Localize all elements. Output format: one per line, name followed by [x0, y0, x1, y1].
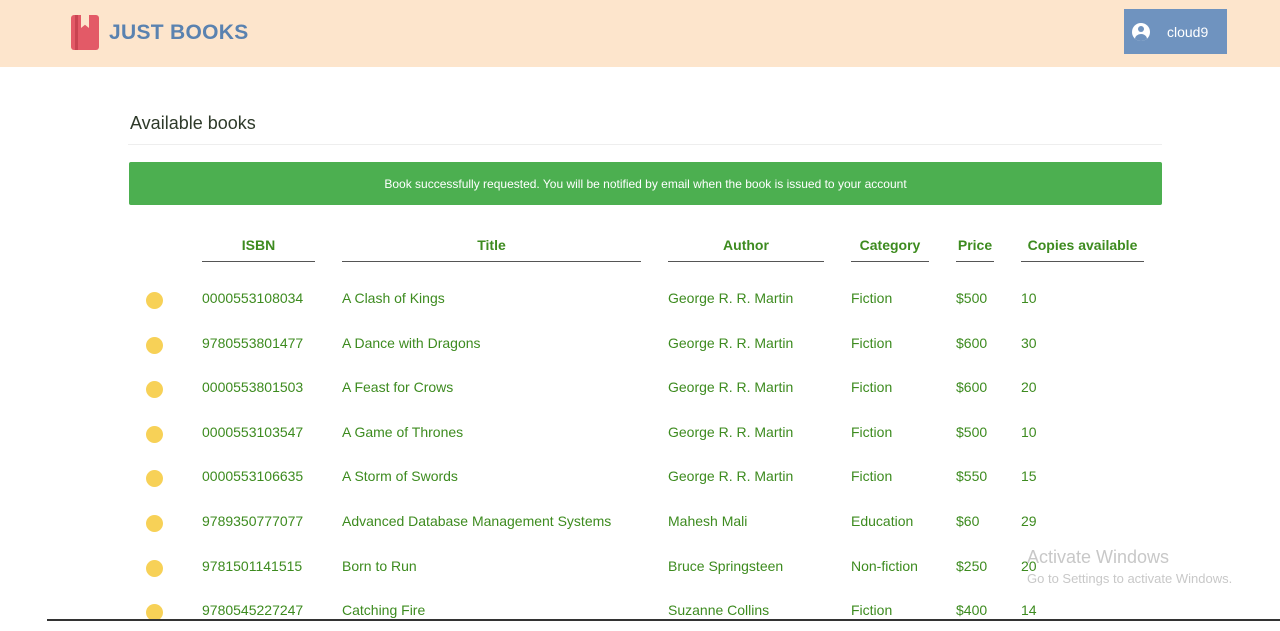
- book-icon: [71, 15, 99, 50]
- user-menu-button[interactable]: cloud9: [1124, 9, 1227, 54]
- user-circle-icon: [1132, 22, 1150, 41]
- page-title: Available books: [130, 113, 256, 133]
- copies-cell: 20: [1021, 379, 1037, 395]
- table-row[interactable]: 9780545227247 Catching Fire Suzanne Collin…: [0, 601, 1280, 631]
- category-cell: Education: [851, 513, 914, 529]
- copies-cell: 29: [1021, 513, 1037, 529]
- column-header-title: Title: [342, 237, 641, 262]
- category-cell: Fiction: [851, 424, 893, 440]
- title-cell[interactable]: Born to Run: [342, 557, 417, 575]
- category-cell: Fiction: [851, 335, 893, 351]
- author-cell: George R. R. Martin: [668, 468, 794, 484]
- category-cell: Fiction: [851, 602, 893, 618]
- table-row[interactable]: 9789350777077 Advanced Database Managemen…: [0, 512, 1280, 542]
- title-cell[interactable]: A Storm of Swords: [342, 467, 458, 485]
- author-cell: George R. R. Martin: [668, 379, 794, 395]
- brand-name: JUST BOOKS: [109, 20, 249, 44]
- select-book-radio[interactable]: [146, 560, 163, 577]
- select-book-radio[interactable]: [146, 381, 163, 398]
- copies-cell: 10: [1021, 424, 1037, 440]
- price-cell: $500: [956, 424, 988, 440]
- alert-message: Book successfully requested. You will be…: [384, 176, 907, 191]
- success-alert: Book successfully requested. You will be…: [129, 162, 1162, 205]
- title-cell[interactable]: Advanced Database Management Systems: [342, 512, 611, 530]
- select-book-radio[interactable]: [146, 337, 163, 354]
- isbn-cell: 0000553108034: [202, 290, 304, 306]
- isbn-cell: 9789350777077: [202, 513, 304, 529]
- activate-windows-subtitle: Go to Settings to activate Windows.: [1027, 571, 1233, 586]
- price-cell: $600: [956, 335, 988, 351]
- column-header-price: Price: [956, 237, 994, 262]
- column-header-isbn: ISBN: [202, 237, 315, 262]
- price-cell: $250: [956, 558, 988, 574]
- column-header-author: Author: [668, 237, 824, 262]
- author-cell: Suzanne Collins: [668, 602, 770, 618]
- author-cell: Mahesh Mali: [668, 513, 748, 529]
- column-header-category: Category: [851, 237, 929, 262]
- isbn-cell: 9780553801477: [202, 335, 304, 351]
- title-cell[interactable]: A Feast for Crows: [342, 378, 453, 396]
- price-cell: $600: [956, 379, 988, 395]
- price-cell: $550: [956, 468, 988, 484]
- price-cell: $400: [956, 602, 988, 618]
- title-cell[interactable]: A Clash of Kings: [342, 289, 445, 307]
- category-cell: Fiction: [851, 379, 893, 395]
- divider: [128, 144, 1162, 145]
- isbn-cell: 9781501141515: [202, 558, 303, 574]
- category-cell: Fiction: [851, 468, 893, 484]
- title-cell[interactable]: Catching Fire: [342, 601, 425, 619]
- copies-cell: 30: [1021, 335, 1037, 351]
- table-row[interactable]: 0000553106635 A Storm of Swords George R. …: [0, 467, 1280, 497]
- author-cell: George R. R. Martin: [668, 335, 794, 351]
- title-cell[interactable]: A Dance with Dragons: [342, 334, 481, 352]
- top-navbar: JUST BOOKS cloud9: [0, 0, 1280, 67]
- isbn-cell: 0000553801503: [202, 379, 304, 395]
- username-label: cloud9: [1167, 23, 1209, 40]
- title-cell[interactable]: A Game of Thrones: [342, 423, 463, 441]
- table-row[interactable]: 0000553108034 A Clash of Kings George R. R…: [0, 289, 1280, 319]
- isbn-cell: 0000553106635: [202, 468, 304, 484]
- category-cell: Fiction: [851, 290, 893, 306]
- category-cell: Non-fiction: [851, 558, 918, 574]
- author-cell: George R. R. Martin: [668, 290, 794, 306]
- isbn-cell: 9780545227247: [202, 602, 304, 618]
- table-row[interactable]: 0000553801503 A Feast for Crows George R. …: [0, 378, 1280, 408]
- select-book-radio[interactable]: [146, 515, 163, 532]
- activate-windows-title: Activate Windows: [1027, 547, 1170, 567]
- copies-cell: 15: [1021, 468, 1037, 484]
- author-cell: George R. R. Martin: [668, 424, 794, 440]
- author-cell: Bruce Springsteen: [668, 558, 784, 574]
- isbn-cell: 0000553103547: [202, 424, 304, 440]
- select-book-radio[interactable]: [146, 470, 163, 487]
- price-cell: $60: [956, 513, 980, 529]
- select-book-radio[interactable]: [146, 426, 163, 443]
- select-book-radio[interactable]: [146, 292, 163, 309]
- table-row[interactable]: 9780553801477 A Dance with Dragons George …: [0, 334, 1280, 364]
- copies-cell: 10: [1021, 290, 1037, 306]
- brand[interactable]: JUST BOOKS: [71, 15, 249, 50]
- table-row[interactable]: 0000553103547 A Game of Thrones George R. …: [0, 423, 1280, 453]
- column-header-copies: Copies available: [1021, 237, 1144, 262]
- copies-cell: 14: [1021, 602, 1037, 618]
- price-cell: $500: [956, 290, 988, 306]
